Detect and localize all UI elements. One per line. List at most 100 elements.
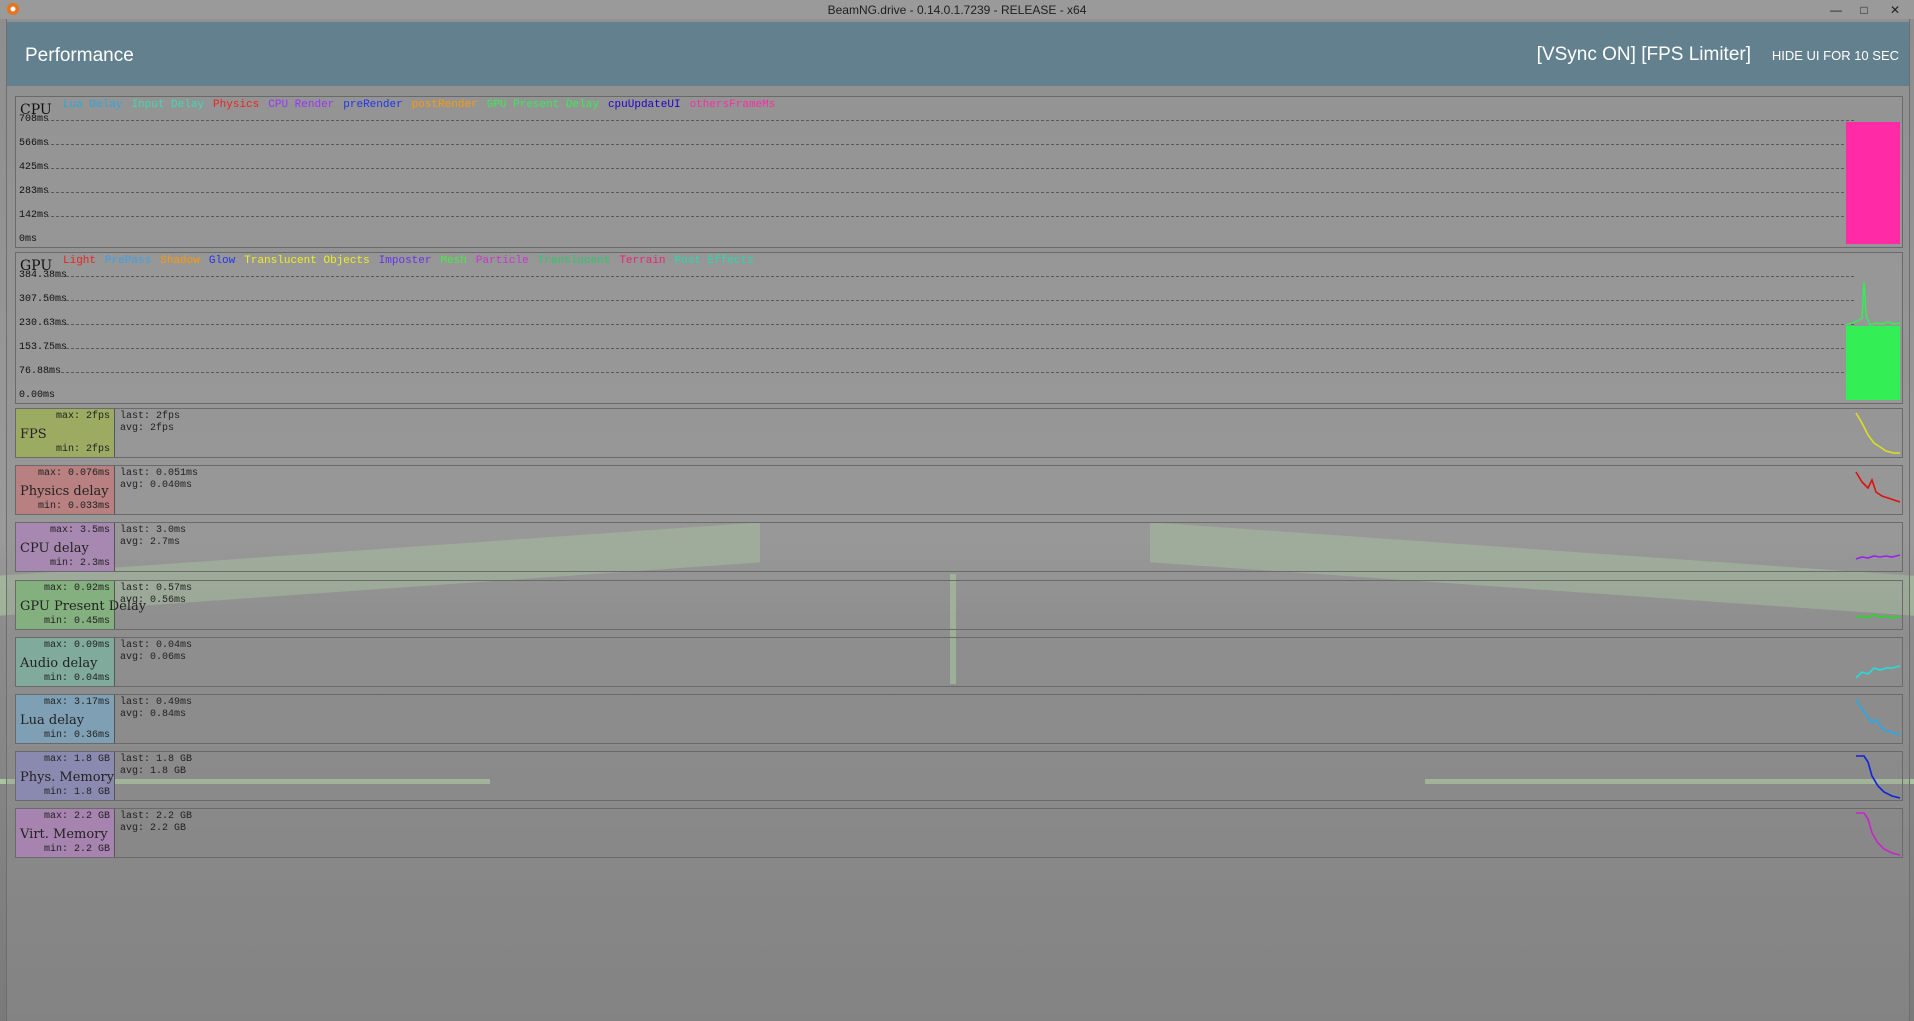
metric-row: max: 1.8 GB Phys. Memory min: 1.8 GB last: …: [15, 751, 1903, 802]
metric-label-box: max: 0.076ms Physics delay min: 0.033ms: [16, 466, 115, 515]
cpu-legend-item: cpuUpdateUI: [607, 99, 681, 111]
gpu-legend-item: Translucent: [537, 255, 611, 267]
metric-row: max: 3.17ms Lua delay min: 0.36ms last: 0.4…: [15, 694, 1903, 744]
cpu-graph-plot: [1845, 122, 1901, 244]
gpu-gridline: [46, 300, 1854, 301]
metric-avg: avg: 2fps: [120, 423, 175, 434]
window-titlebar: BeamNG.drive - 0.14.0.1.7239 - RELEASE -…: [0, 0, 1914, 19]
metric-stats: last: 0.051ms avg: 0.040ms: [120, 468, 198, 492]
gpu-legend-item: Imposter: [378, 255, 432, 267]
gpu-gridline: [46, 348, 1854, 349]
metric-avg: avg: 0.56ms: [120, 594, 187, 606]
gpu-legend-item: Post Effects: [674, 255, 754, 267]
metric-avg: avg: 1.8 GB: [120, 766, 187, 778]
performance-panel: Performance [VSync ON] [FPS Limiter] HID…: [6, 19, 1910, 1021]
metric-stats: last: 2fps avg: 2fps: [120, 411, 180, 435]
metric-max: max: 1.8 GB: [43, 754, 110, 766]
cpu-ytick-label: 425ms: [19, 162, 50, 173]
cpu-ytick-label: 566ms: [19, 138, 50, 149]
metric-stats: last: 2.2 GB avg: 2.2 GB: [120, 811, 192, 835]
cpu-others-bar: [1846, 122, 1900, 244]
metric-last: last: 2.2 GB: [120, 811, 193, 823]
cpu-legend-item: Input Delay: [131, 99, 205, 111]
gpu-gridline: [46, 372, 1854, 373]
metric-avg: avg: 2.2 GB: [120, 823, 187, 835]
gpu-ytick-label: 0.00ms: [19, 390, 56, 401]
metric-sparkline-line: [1855, 554, 1901, 561]
metric-max: max: 0.076ms: [37, 468, 110, 480]
gpu-graph-legend: Light PrePass Shadow Glow Translucent Object…: [63, 255, 763, 267]
gpu-legend-item: Mesh: [440, 255, 467, 267]
metric-sparkline: [1855, 613, 1901, 619]
metric-stats: last: 0.04ms avg: 0.06ms: [120, 640, 192, 664]
metric-name: Physics delay: [20, 484, 109, 500]
gpu-graph-plot: [1845, 281, 1901, 400]
cpu-graph-legend: Lua Delay Input Delay Physics CPU Render pre…: [63, 99, 784, 111]
metric-row: max: 2.2 GB Virt. Memory min: 2.2 GB last: …: [15, 808, 1903, 859]
metric-min: min: 0.04ms: [43, 672, 110, 684]
metric-max: max: 0.92ms: [43, 582, 110, 594]
panel-title: Performance: [25, 45, 134, 66]
metric-label-box: max: 3.5ms CPU delay min: 2.3ms: [16, 523, 115, 572]
metric-sparkline-line: [1855, 665, 1901, 679]
metric-last: last: 2fps: [120, 411, 181, 422]
metric-min: min: 0.45ms: [43, 615, 110, 627]
cpu-legend-item: postRender: [411, 99, 478, 111]
cpu-legend-item: othersFrameMs: [689, 99, 776, 111]
metric-sparkline: [1855, 665, 1901, 679]
metric-last: last: 0.04ms: [120, 639, 193, 651]
metric-min: min: 0.033ms: [37, 501, 110, 513]
metric-sparkline: [1856, 812, 1901, 857]
metric-last: last: 1.8 GB: [120, 754, 193, 766]
gpu-legend-item: Translucent Objects: [244, 255, 370, 267]
metric-sparkline-line: [1855, 698, 1901, 736]
close-button[interactable]: ✕: [1880, 1, 1910, 18]
gpu-graph: GPU Light PrePass Shadow Glow Translucent Ob…: [15, 252, 1903, 404]
metric-row: max: 0.076ms Physics delay min: 0.033ms las…: [15, 465, 1903, 516]
metric-sparkline-line: [1855, 412, 1900, 454]
cpu-gridline: [46, 144, 1854, 145]
metric-stats: last: 3.0ms avg: 2.7ms: [120, 525, 186, 549]
cpu-ytick-label: 708ms: [19, 114, 50, 125]
metric-label-box: max: 0.09ms Audio delay min: 0.04ms: [16, 637, 115, 686]
metric-name: CPU delay: [20, 541, 89, 557]
cpu-legend-item: GPU Present Delay: [486, 99, 599, 111]
metric-avg: avg: 0.84ms: [120, 709, 187, 720]
maximize-button[interactable]: □: [1852, 1, 1876, 18]
metric-max: max: 3.17ms: [43, 697, 110, 708]
metric-name: Virt. Memory: [20, 827, 108, 843]
cpu-legend-item: Lua Delay: [63, 99, 123, 111]
cpu-ytick-label: 142ms: [19, 210, 50, 221]
metric-name: FPS: [20, 427, 47, 442]
metric-sparkline: [1855, 412, 1900, 454]
minimize-button[interactable]: —: [1824, 1, 1848, 18]
cpu-gridline: [46, 120, 1854, 121]
metric-label-box: max: 2fps FPS min: 2fps: [16, 409, 115, 457]
gpu-gridline: [46, 276, 1854, 277]
metric-row: max: 0.09ms Audio delay min: 0.04ms last: 0…: [15, 636, 1903, 687]
metric-label-box: max: 0.92ms GPU Present Delay min: 0.45ms: [16, 580, 146, 629]
metric-min: min: 2fps: [55, 444, 110, 455]
gpu-mesh-bar: [1846, 326, 1900, 400]
gpu-legend-item: Light: [63, 255, 97, 267]
metric-name: Lua delay: [20, 713, 85, 728]
metric-last: last: 3.0ms: [120, 525, 187, 537]
cpu-legend-item: preRender: [343, 99, 403, 111]
metric-min: min: 2.2 GB: [43, 844, 110, 856]
gpu-gridline: [46, 324, 1854, 325]
cpu-legend-item: CPU Render: [268, 99, 335, 111]
metric-avg: avg: 2.7ms: [120, 537, 181, 549]
beamng-app-icon: [7, 3, 19, 15]
gpu-legend-item: Glow: [208, 255, 236, 267]
metric-min: min: 2.3ms: [49, 558, 110, 570]
metric-label-box: max: 1.8 GB Phys. Memory min: 1.8 GB: [16, 752, 115, 801]
metric-max: max: 3.5ms: [49, 525, 110, 537]
metric-max: max: 0.09ms: [43, 639, 110, 651]
cpu-gridline: [46, 168, 1854, 169]
cpu-gridline: [46, 192, 1854, 193]
metric-min: min: 1.8 GB: [43, 787, 110, 799]
gpu-legend-item: Shadow: [160, 255, 200, 267]
cpu-gridline: [46, 216, 1854, 217]
metric-avg: avg: 0.06ms: [120, 651, 187, 663]
hide-ui-button[interactable]: HIDE UI FOR 10 SEC: [1772, 48, 1899, 63]
